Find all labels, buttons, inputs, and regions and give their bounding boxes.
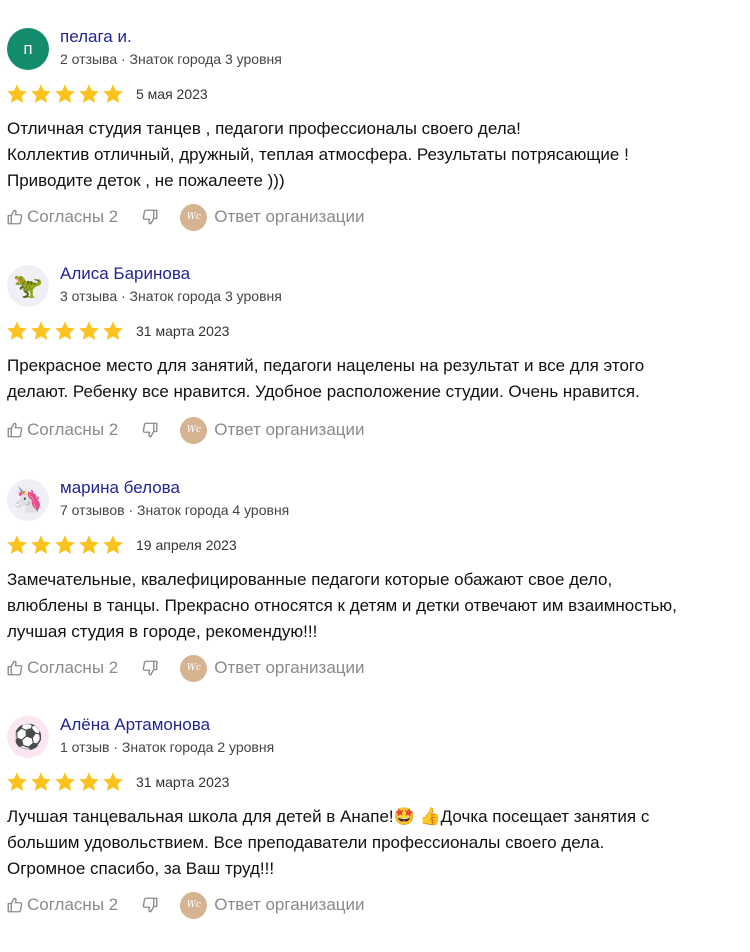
rating-row: 31 марта 2023 [6,771,229,793]
star-rating [6,83,124,105]
star-icon [103,321,123,340]
star-rating [6,534,124,556]
dinosaur-avatar-icon[interactable]: 🦖 [7,265,49,307]
rating-row: 5 мая 2023 [6,83,208,105]
like-label: Согласны 2 [27,207,119,226]
org-logo-icon: Wc [180,203,208,231]
review-text: Отличная студия танцев , педагоги профес… [7,119,629,190]
org-reply-label: Ответ организации [214,207,365,226]
star-icon [31,321,51,340]
review-date: 5 мая 2023 [136,86,208,102]
org-reply-button[interactable]: Wc Ответ организации [180,891,365,919]
star-icon [31,772,51,791]
star-rating [6,771,124,793]
org-reply-label: Ответ организации [214,658,365,677]
reviewer-name[interactable]: Алёна Артамонова [60,715,210,735]
star-icon [55,84,75,103]
review-text: Замечательные, квалефицированные педагог… [7,570,677,641]
star-icon [55,535,75,554]
reviewer-name[interactable]: пелага и. [60,27,132,47]
review-actions: Согласны 2 Wc Ответ организации [6,416,365,444]
thumbs-up-icon [7,422,23,438]
star-icon [31,84,51,103]
reviewer-meta: 3 отзыва · Знаток города 3 уровня [60,288,282,304]
like-button[interactable]: Согласны 2 [6,207,118,227]
star-icon [103,772,123,791]
rating-row: 31 марта 2023 [6,320,229,342]
dislike-button[interactable] [141,659,159,677]
org-reply-button[interactable]: Wc Ответ организации [180,416,365,444]
review-actions: Согласны 2 Wc Ответ организации [6,891,365,919]
soccer-ball-avatar-icon[interactable]: ⚽ [7,716,49,758]
thumbs-up-icon [7,897,23,913]
rating-row: 19 апреля 2023 [6,534,237,556]
reviewer-name[interactable]: марина белова [60,478,180,498]
reviewer-meta: 1 отзыв · Знаток города 2 уровня [60,739,275,755]
reviewer-name[interactable]: Алиса Баринова [60,264,190,284]
star-icon [55,772,75,791]
review-date: 19 апреля 2023 [136,537,237,553]
star-icon [7,535,27,554]
thumbs-up-icon [7,660,23,676]
review-date: 31 марта 2023 [136,323,230,339]
like-label: Согласны 2 [27,895,119,914]
org-reply-button[interactable]: Wc Ответ организации [180,203,365,231]
reviewer-meta: 7 отзывов · Знаток города 4 уровня [60,502,290,518]
dislike-button[interactable] [141,208,159,226]
org-reply-label: Ответ организации [214,895,365,914]
like-button[interactable]: Согласны 2 [6,895,118,915]
thumbs-down-icon [142,209,158,225]
star-icon [79,84,99,103]
star-icon [7,84,27,103]
star-icon [103,84,123,103]
star-icon [79,321,99,340]
dislike-button[interactable] [141,421,159,439]
review-actions: Согласны 2 Wc Ответ организации [6,654,365,682]
like-label: Согласны 2 [27,658,119,677]
dislike-button[interactable] [141,896,159,914]
star-rating [6,320,124,342]
org-logo-icon: Wc [180,416,208,444]
like-button[interactable]: Согласны 2 [6,658,118,678]
org-reply-label: Ответ организации [214,420,365,439]
star-icon [31,535,51,554]
star-icon [103,535,123,554]
reviewer-meta: 2 отзыва · Знаток города 3 уровня [60,51,282,67]
review-date: 31 марта 2023 [136,774,230,790]
org-reply-button[interactable]: Wc Ответ организации [180,654,365,682]
thumbs-down-icon [142,422,158,438]
avatar[interactable]: п [7,28,49,70]
star-icon [79,772,99,791]
star-icon [7,772,27,791]
star-icon [79,535,99,554]
like-label: Согласны 2 [27,420,119,439]
star-icon [7,321,27,340]
star-icon [55,321,75,340]
thumbs-down-icon [142,897,158,913]
unicorn-avatar-icon[interactable]: 🦄 [7,479,49,521]
review-text: Лучшая танцевальная школа для детей в Ан… [7,807,650,878]
org-logo-icon: Wc [180,891,208,919]
org-logo-icon: Wc [180,654,208,682]
review-text: Прекрасное место для занятий, педагоги н… [7,356,645,401]
like-button[interactable]: Согласны 2 [6,420,118,440]
thumbs-down-icon [142,660,158,676]
review-actions: Согласны 2 Wc Ответ организации [6,203,365,231]
thumbs-up-icon [7,209,23,225]
